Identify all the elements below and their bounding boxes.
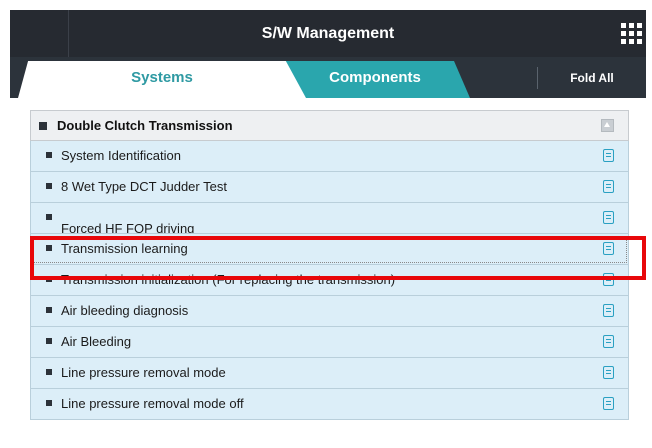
systems-list-panel: Double Clutch Transmission System Identi… [14, 98, 646, 448]
list-item-label: System Identification [61, 148, 181, 163]
group-label: Double Clutch Transmission [57, 118, 233, 133]
document-icon[interactable] [603, 304, 614, 317]
document-icon[interactable] [603, 366, 614, 379]
collapse-icon[interactable] [601, 119, 614, 132]
bullet-icon [39, 122, 47, 130]
page-title: S/W Management [261, 25, 395, 42]
document-icon[interactable] [603, 273, 614, 286]
list-item-transmission-learning[interactable]: Transmission learning [30, 234, 629, 265]
document-icon[interactable] [603, 335, 614, 348]
bullet-icon [46, 307, 52, 313]
list-item-label: Air Bleeding [61, 334, 132, 349]
group-header-double-clutch-transmission[interactable]: Double Clutch Transmission [30, 110, 629, 141]
fold-all-button[interactable]: Fold All [538, 61, 646, 95]
bullet-icon [46, 369, 52, 375]
list-item-label: Transmission learning [61, 241, 188, 256]
list-item-label: Forced HF FOP driving [61, 221, 195, 234]
list-item[interactable]: Line pressure removal mode [30, 358, 629, 389]
bullet-icon [46, 214, 52, 220]
list-item[interactable]: Air bleeding diagnosis [30, 296, 629, 327]
list-item[interactable]: Forced HF FOP driving [30, 203, 629, 234]
document-icon[interactable] [603, 397, 614, 410]
document-icon[interactable] [603, 149, 614, 162]
list-item-label: Line pressure removal mode off [61, 396, 244, 411]
list-item[interactable]: Transmission initialization (For replaci… [30, 265, 629, 296]
list-item-label: 8 Wet Type DCT Judder Test [61, 179, 227, 194]
tab-bar: Components Systems Fold All [10, 57, 646, 98]
bullet-icon [46, 152, 52, 158]
document-icon[interactable] [603, 180, 614, 193]
bullet-icon [46, 338, 52, 344]
group-item-list: System Identification 8 Wet Type DCT Jud… [30, 141, 629, 420]
bullet-icon [46, 245, 52, 251]
list-item[interactable]: Line pressure removal mode off [30, 389, 629, 420]
screenshot-frame: S/W Management Components Systems Fold A… [0, 0, 652, 448]
list-item-label: Line pressure removal mode [61, 365, 226, 380]
bullet-icon [46, 400, 52, 406]
bullet-icon [46, 276, 52, 282]
tab-systems-label: Systems [131, 69, 193, 86]
app-screen: S/W Management Components Systems Fold A… [10, 10, 646, 448]
list-item[interactable]: System Identification [30, 141, 629, 172]
list-item[interactable]: 8 Wet Type DCT Judder Test [30, 172, 629, 203]
document-icon[interactable] [603, 211, 614, 224]
tab-systems[interactable]: Systems [18, 61, 306, 98]
title-bar: S/W Management [10, 10, 646, 57]
list-item[interactable]: Air Bleeding [30, 327, 629, 358]
grid-menu-icon[interactable] [621, 23, 642, 44]
list-item-label: Air bleeding diagnosis [61, 303, 189, 318]
list-item-label: Transmission initialization (For replaci… [61, 272, 396, 287]
document-icon[interactable] [603, 242, 614, 255]
bullet-icon [46, 183, 52, 189]
